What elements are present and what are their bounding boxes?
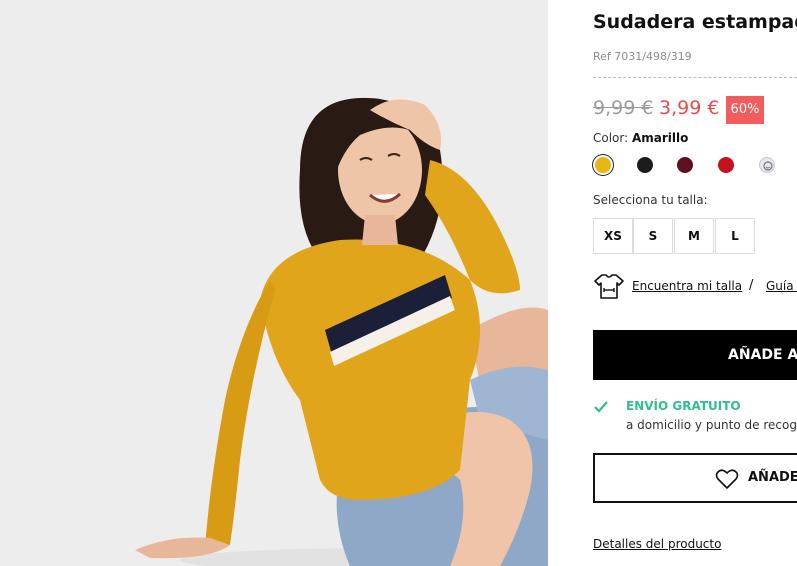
swatch-estampado[interactable] bbox=[759, 157, 775, 173]
discount-badge: 60% bbox=[726, 96, 764, 124]
divider bbox=[593, 77, 797, 78]
swatch-negro[interactable] bbox=[637, 157, 653, 173]
size-m-button[interactable]: M bbox=[674, 218, 714, 254]
check-icon bbox=[594, 401, 608, 413]
size-label: Selecciona tu talla: bbox=[593, 193, 708, 207]
find-my-size-link[interactable]: Encuentra mi talla bbox=[632, 279, 742, 293]
add-to-cart-button[interactable]: AÑADE A L bbox=[593, 330, 797, 380]
product-title: Sudadera estampada bbox=[593, 11, 797, 33]
add-to-wishlist-button[interactable]: AÑADE A bbox=[593, 453, 797, 503]
swatch-amarillo[interactable] bbox=[595, 157, 611, 173]
tshirt-measure-icon bbox=[594, 274, 624, 299]
print-pattern-icon bbox=[763, 161, 773, 171]
product-ref: Ref 7031/498/319 bbox=[593, 50, 692, 63]
old-price: 9,99 € bbox=[593, 97, 654, 119]
size-guide-link[interactable]: Guía d bbox=[766, 279, 797, 293]
product-details-link[interactable]: Detalles del producto bbox=[593, 537, 721, 551]
swatch-rojo[interactable] bbox=[718, 157, 734, 173]
heart-icon bbox=[715, 469, 739, 489]
sale-price: 3,99 € bbox=[659, 97, 720, 119]
product-panel: Sudadera estampada Ref 7031/498/319 9,99… bbox=[593, 0, 797, 566]
free-shipping-subtitle: a domicilio y punto de recogi bbox=[626, 418, 797, 432]
color-value: Amarillo bbox=[632, 131, 689, 145]
size-l-button[interactable]: L bbox=[715, 218, 755, 254]
wishlist-label: AÑADE A bbox=[748, 470, 797, 485]
color-label: Color: bbox=[593, 131, 629, 145]
link-separator: / bbox=[749, 278, 754, 293]
swatch-burdeos[interactable] bbox=[677, 157, 693, 173]
free-shipping-title: ENVÍO GRATUITO bbox=[626, 399, 741, 413]
product-image[interactable] bbox=[0, 0, 548, 566]
size-xs-button[interactable]: XS bbox=[593, 218, 633, 254]
color-label-row: Color: Amarillo bbox=[593, 131, 688, 145]
size-s-button[interactable]: S bbox=[633, 218, 673, 254]
